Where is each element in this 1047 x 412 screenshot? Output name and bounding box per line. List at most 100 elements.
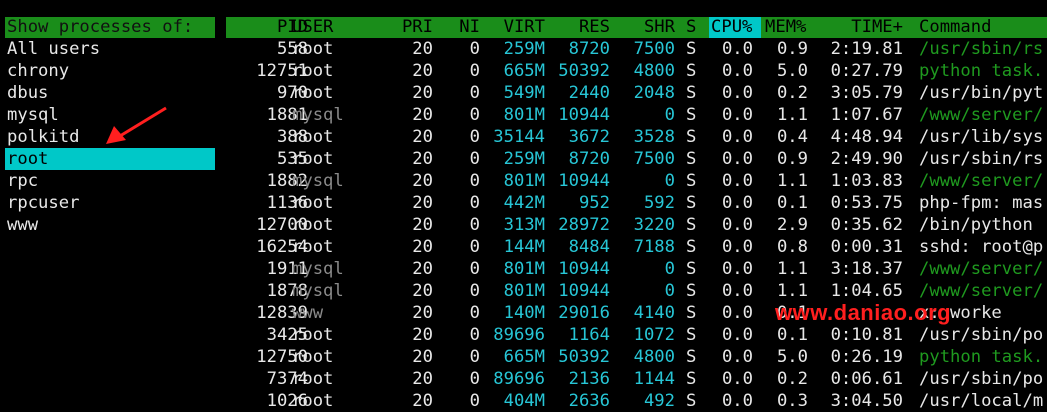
process-row[interactable]: 558 root 20 0 259M 8720 7500 S 0.0 0.9 2:19.81/usr…	[226, 38, 1047, 60]
cell-user: root	[292, 61, 334, 81]
cell-cpu: 0.0	[721, 39, 753, 59]
cell-mem: 1.1	[776, 105, 808, 125]
process-row[interactable]: 1882 mysql 20 0 801M 10944 0 S 0.0 1.1 1:03.83/www…	[226, 170, 1047, 192]
col-header-user[interactable]: USER	[292, 17, 333, 38]
user-filter-item[interactable]: chrony	[5, 60, 215, 82]
process-row[interactable]: 1026 root 20 0 404M 2636 492 S 0.0 0.3 3:04.50/usr…	[226, 390, 1047, 412]
user-filter-item-label: dbus	[7, 83, 49, 103]
cell-res: 2636	[568, 391, 610, 411]
cell-pri: 20	[412, 237, 433, 257]
col-header-virt[interactable]: VIRT	[480, 17, 545, 38]
cell-shr: 4140	[633, 303, 675, 323]
col-header-pri[interactable]: PRI	[376, 17, 433, 38]
cell-command: /usr/sbin/rs	[919, 149, 1044, 169]
user-filter-item[interactable]: dbus	[5, 82, 215, 104]
user-filter-item-label: polkitd	[7, 127, 80, 147]
cell-cpu: 0.0	[721, 237, 753, 257]
cell-mem: 1.1	[776, 259, 808, 279]
cell-command: /usr/lib/sys	[919, 127, 1044, 147]
col-header-command[interactable]: Command	[919, 17, 991, 38]
cell-shr: 7500	[633, 39, 675, 59]
cell-time: 3:04.50	[830, 391, 903, 411]
cell-res: 8484	[568, 237, 610, 257]
cell-res: 10944	[558, 281, 610, 301]
col-header-state[interactable]: S	[686, 17, 696, 38]
cell-command: php-fpm: mas	[919, 193, 1044, 213]
col-header-ni[interactable]: NI	[433, 17, 480, 38]
cell-shr: 492	[643, 391, 675, 411]
cell-state: S	[686, 281, 697, 301]
cell-command: /usr/local/m	[919, 391, 1044, 411]
cell-state: S	[686, 347, 697, 367]
user-filter-item[interactable]: www	[5, 214, 215, 236]
process-row[interactable]: 970 root 20 0 549M 2440 2048 S 0.0 0.2 3:05.79/usr…	[226, 82, 1047, 104]
cell-ni: 0	[469, 171, 480, 191]
red-arrow-annotation	[106, 106, 167, 144]
cell-res: 3672	[568, 127, 610, 147]
process-row[interactable]: 1911 mysql 20 0 801M 10944 0 S 0.0 1.1 3:18.37/www…	[226, 258, 1047, 280]
process-table-header: PID USER PRI NI VIRT RES SHR S CPU% MEM%…	[226, 17, 1047, 38]
cell-time: 1:03.83	[830, 171, 903, 191]
process-row[interactable]: 1878 mysql 20 0 801M 10944 0 S 0.0 1.1 1:04.65/www…	[226, 280, 1047, 302]
cell-user: root	[292, 237, 334, 257]
cell-virt: 801M	[503, 171, 545, 191]
cell-pri: 20	[412, 303, 433, 323]
cell-state: S	[686, 237, 697, 257]
cell-pri: 20	[412, 193, 433, 213]
user-filter-header: Show processes of:	[5, 17, 215, 38]
cell-cpu: 0.0	[721, 215, 753, 235]
cell-cpu: 0.0	[721, 325, 753, 345]
cell-shr: 3220	[633, 215, 675, 235]
cell-state: S	[686, 303, 697, 323]
cell-shr: 1072	[633, 325, 675, 345]
col-header-mem[interactable]: MEM%	[765, 17, 806, 38]
col-header-res[interactable]: RES	[545, 17, 610, 38]
cell-user: root	[292, 391, 334, 411]
process-row[interactable]: 388 root 20 0 35144 3672 3528 S 0.0 0.4 4:48.94/us…	[226, 126, 1047, 148]
cell-cpu: 0.0	[721, 259, 753, 279]
col-header-time[interactable]: TIME+	[816, 17, 903, 38]
process-row[interactable]: 535 root 20 0 259M 8720 7500 S 0.0 0.9 2:49.90/usr…	[226, 148, 1047, 170]
cell-ni: 0	[469, 237, 480, 257]
cell-ni: 0	[469, 369, 480, 389]
cell-ni: 0	[469, 391, 480, 411]
cell-command: /usr/bin/pyt	[919, 83, 1044, 103]
cell-cpu: 0.0	[721, 105, 753, 125]
cell-time: 0:00.31	[830, 237, 903, 257]
user-filter-item[interactable]: rpcuser	[5, 192, 215, 214]
cell-virt: 801M	[503, 105, 545, 125]
cell-user: mysql	[292, 105, 344, 125]
cell-cpu: 0.0	[721, 149, 753, 169]
watermark: www.daniao.org	[775, 300, 952, 325]
cell-pri: 20	[412, 149, 433, 169]
process-row[interactable]: 1881 mysql 20 0 801M 10944 0 S 0.0 1.1 1:07.67/www…	[226, 104, 1047, 126]
cell-command: python task.	[919, 61, 1044, 81]
cell-pri: 20	[412, 61, 433, 81]
cell-cpu: 0.0	[721, 193, 753, 213]
cell-shr: 4800	[633, 61, 675, 81]
user-filter-item[interactable]: All users	[5, 38, 215, 60]
cell-user: mysql	[292, 281, 344, 301]
user-filter-item[interactable]: rpc	[5, 170, 215, 192]
process-row[interactable]: 7374 root 20 0 89696 2136 1144 S 0.0 0.2 0:06.61/u…	[226, 368, 1047, 390]
cell-cpu: 0.0	[721, 303, 753, 323]
cell-time: 3:18.37	[830, 259, 903, 279]
process-row[interactable]: 12700 root 20 0 313M 28972 3220 S 0.0 2.9 0:35.62/…	[226, 214, 1047, 236]
process-row[interactable]: 1136 root 20 0 442M 952 592 S 0.0 0.1 0:53.75 php-f…	[226, 192, 1047, 214]
cell-ni: 0	[469, 127, 480, 147]
col-header-cpu[interactable]: CPU%	[711, 17, 752, 38]
process-row[interactable]: 16254 root 20 0 144M 8484 7188 S 0.0 0.8 0:00.31 ss…	[226, 236, 1047, 258]
cell-pri: 20	[412, 171, 433, 191]
process-row[interactable]: 3425 root 20 0 89696 1164 1072 S 0.0 0.1 0:10.81/u…	[226, 324, 1047, 346]
cell-ni: 0	[469, 61, 480, 81]
cell-user: root	[292, 83, 334, 103]
col-header-shr[interactable]: SHR	[610, 17, 675, 38]
cell-pri: 20	[412, 105, 433, 125]
cell-mem: 0.4	[776, 127, 808, 147]
user-filter-item[interactable]: root	[5, 148, 215, 170]
cell-time: 0:06.61	[830, 369, 903, 389]
process-row[interactable]: 12750 root 20 0 665M 50392 4800 S 0.0 5.0 0:26.19 p…	[226, 346, 1047, 368]
cell-time: 0:10.81	[830, 325, 903, 345]
cell-res: 2440	[568, 83, 610, 103]
process-row[interactable]: 12751 root 20 0 665M 50392 4800 S 0.0 5.0 0:27.79 p…	[226, 60, 1047, 82]
